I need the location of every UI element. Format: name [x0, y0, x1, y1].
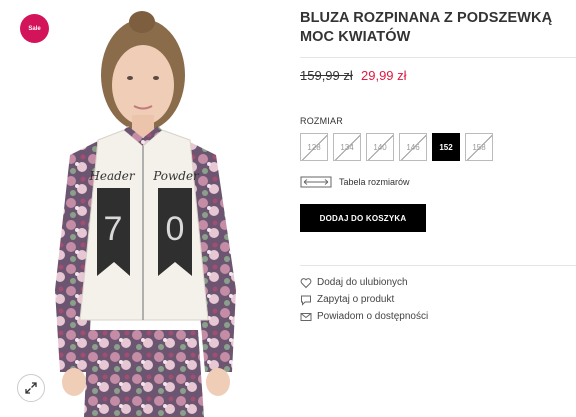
- product-title-line2: MOC KWIATÓW: [300, 29, 411, 45]
- ruler-icon: [300, 176, 332, 188]
- size-option-140[interactable]: 140: [366, 133, 394, 161]
- product-details: BLUZA ROZPINANA Z PODSZEWKĄ MOC KWIATÓW …: [300, 0, 576, 417]
- expand-icon: [25, 382, 37, 394]
- jacket-number-left: 7: [104, 210, 123, 248]
- envelope-icon: [300, 313, 312, 321]
- size-option-label: 158: [472, 142, 486, 152]
- add-to-wishlist-label: Dodaj do ulubionych: [317, 277, 408, 288]
- ask-about-product-label: Zapytaj o produkt: [317, 294, 395, 305]
- product-photo[interactable]: 7 0 Header Powder: [0, 0, 280, 417]
- divider: [300, 265, 576, 266]
- size-option-128[interactable]: 128: [300, 133, 328, 161]
- add-to-cart-button[interactable]: DODAJ DO KOSZYKA: [300, 204, 426, 232]
- jacket-print-right: Powder: [152, 169, 200, 183]
- sale-price: 29,99 zł: [361, 68, 407, 83]
- size-table-label: Tabela rozmiarów: [339, 177, 410, 187]
- zoom-button[interactable]: [17, 374, 45, 402]
- product-title: BLUZA ROZPINANA Z PODSZEWKĄ MOC KWIATÓW: [300, 9, 570, 47]
- notify-availability-label: Powiadom o dostępności: [317, 311, 429, 322]
- size-table-link[interactable]: Tabela rozmiarów: [300, 176, 410, 188]
- size-selector: 128 134 140 146 152 158: [300, 133, 493, 161]
- size-option-158[interactable]: 158: [465, 133, 493, 161]
- add-to-wishlist-link[interactable]: Dodaj do ulubionych: [300, 276, 480, 289]
- ask-about-product-link[interactable]: Zapytaj o produkt: [300, 293, 480, 306]
- size-option-label: 140: [373, 142, 387, 152]
- size-option-label: 134: [340, 142, 354, 152]
- jacket-number-right: 0: [166, 210, 185, 248]
- size-option-146[interactable]: 146: [399, 133, 427, 161]
- divider: [300, 57, 576, 58]
- add-to-cart-label: DODAJ DO KOSZYKA: [319, 213, 407, 223]
- size-option-label: 146: [406, 142, 420, 152]
- heart-icon: [300, 278, 312, 289]
- product-title-line1: BLUZA ROZPINANA Z PODSZEWKĄ: [300, 10, 553, 26]
- old-price: 159,99 zł: [300, 68, 353, 83]
- size-option-label: 128: [307, 142, 321, 152]
- notify-availability-link[interactable]: Powiadom o dostępności: [300, 310, 480, 323]
- size-label: ROZMIAR: [300, 116, 343, 126]
- sale-badge-label: Sale: [28, 25, 41, 32]
- jacket-print-left: Header: [88, 169, 136, 183]
- product-gallery: 7 0 Header Powder Sale: [0, 0, 280, 417]
- size-option-152[interactable]: 152: [432, 133, 460, 161]
- sale-badge: Sale: [20, 14, 49, 43]
- speech-bubble-icon: [301, 295, 311, 306]
- size-option-label: 152: [439, 142, 453, 152]
- size-option-134[interactable]: 134: [333, 133, 361, 161]
- product-actions: Dodaj do ulubionych Zapytaj o produkt Po…: [300, 276, 480, 327]
